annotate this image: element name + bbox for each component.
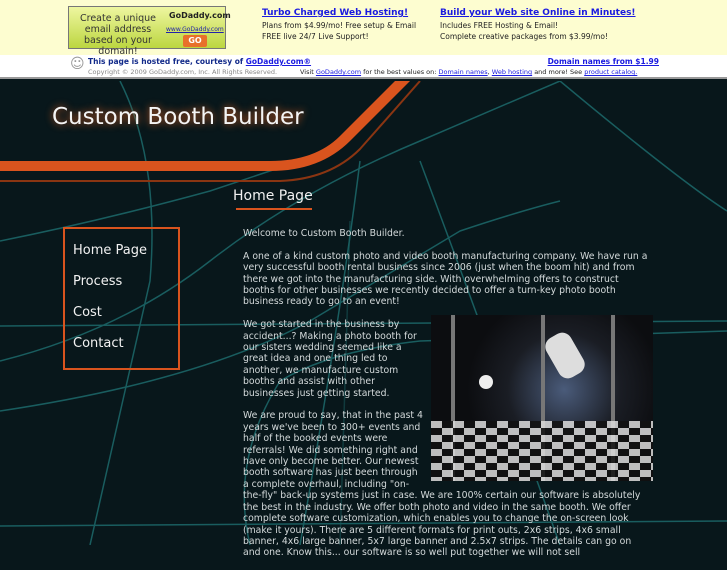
godaddy-link[interactable]: GoDaddy.com®: [246, 57, 311, 66]
ad-url[interactable]: www.GoDaddy.com: [166, 26, 224, 33]
nav-contact[interactable]: Contact: [65, 336, 178, 367]
hosted-note: This page is hosted free, courtesy of Go…: [88, 57, 311, 66]
website-ad-link[interactable]: Build your Web site Online in Minutes!: [440, 8, 636, 19]
welding-photo: [431, 315, 653, 482]
ad-text: Create a unique email address based on y…: [79, 13, 156, 57]
page-heading: Home Page: [233, 188, 313, 204]
ad-line: FREE live 24/7 Live Support!: [262, 32, 369, 41]
t: and more! See: [532, 68, 585, 76]
hosting-ad-link[interactable]: Turbo Charged Web Hosting!: [262, 8, 416, 19]
t: for the best values on:: [361, 68, 439, 76]
godaddy-mascot-icon: ☺: [70, 56, 85, 72]
nav-home[interactable]: Home Page: [65, 243, 178, 274]
intro-paragraph: A one of a kind custom photo and video b…: [243, 250, 648, 308]
email-ad[interactable]: Create a unique email address based on y…: [68, 6, 231, 57]
ad-banner: Create a unique email address based on y…: [0, 0, 727, 57]
godaddy-logo: GoDaddy.com: [169, 11, 231, 20]
site-title: Custom Booth Builder: [52, 104, 304, 130]
go-button[interactable]: GO: [183, 35, 207, 47]
copyright: Copyright © 2009 GoDaddy.com, Inc. All R…: [88, 68, 278, 76]
godaddy-visit-link[interactable]: GoDaddy.com: [316, 68, 361, 76]
main-nav: Home Page Process Cost Contact: [63, 227, 180, 370]
domain-price-link[interactable]: Domain names from $1.99: [548, 57, 659, 66]
ad-website: Build your Web site Online in Minutes! I…: [440, 8, 636, 42]
web-hosting-link[interactable]: Web hosting: [492, 68, 532, 76]
ad-line: Plans from $4.99/mo! Free setup & Email: [262, 21, 417, 30]
ad-line: Includes FREE Hosting & Email!: [440, 21, 559, 30]
ad-hosting: Turbo Charged Web Hosting! Plans from $4…: [262, 8, 416, 42]
ad-line: Complete creative packages from $3.99/mo…: [440, 32, 608, 41]
domain-names-link[interactable]: Domain names: [439, 68, 488, 76]
main-content: Welcome to Custom Booth Builder. A one o…: [243, 228, 653, 570]
hosting-bar: ☺ This page is hosted free, courtesy of …: [0, 55, 727, 79]
t: Visit: [300, 68, 316, 76]
welcome-text: Welcome to Custom Booth Builder.: [243, 228, 405, 239]
visit-note: Visit GoDaddy.com for the best values on…: [300, 68, 637, 76]
nav-cost[interactable]: Cost: [65, 305, 178, 336]
product-catalog-link[interactable]: product catalog.: [584, 68, 637, 76]
nav-process[interactable]: Process: [65, 274, 178, 305]
hosted-text: This page is hosted free, courtesy of: [88, 57, 246, 66]
